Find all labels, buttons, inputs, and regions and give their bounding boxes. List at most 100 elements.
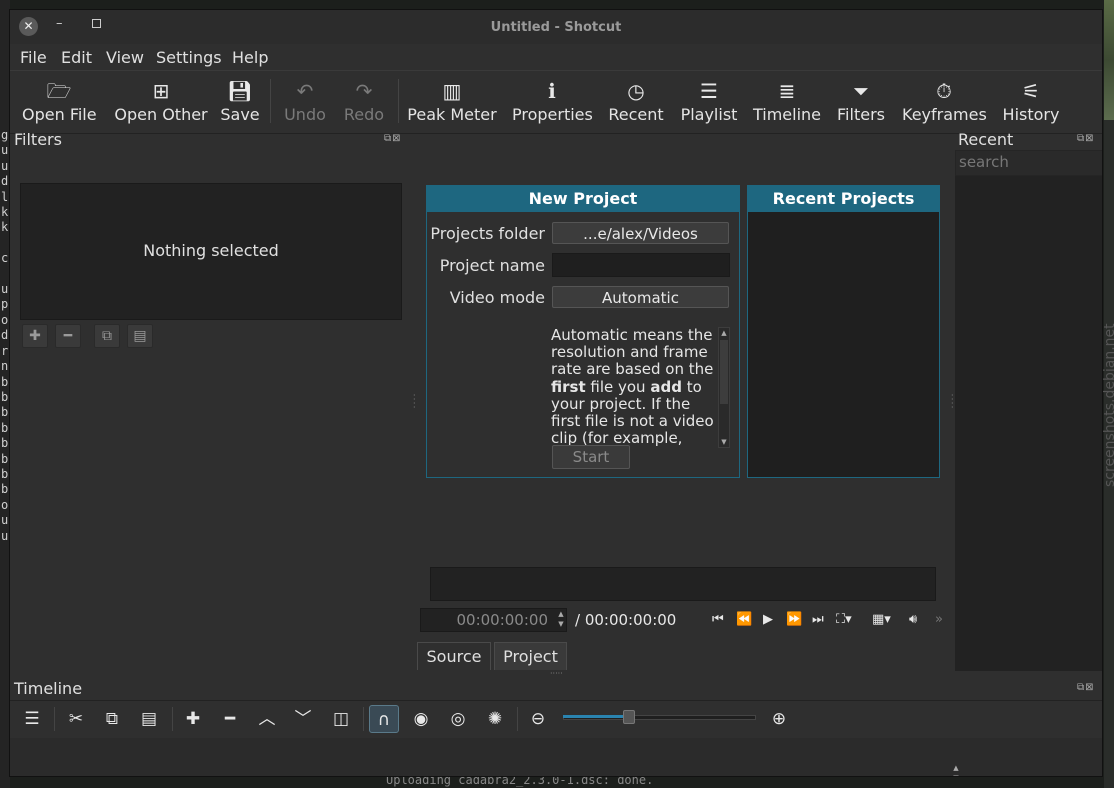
remove-filter-button[interactable]: ━ — [55, 324, 81, 348]
toolbar-separator — [172, 707, 173, 731]
timecode-spinner[interactable]: ▲ ▼ — [556, 609, 566, 631]
timeline-tracks-area[interactable] — [10, 738, 1102, 776]
background-wallpaper — [1104, 0, 1114, 120]
description-bold: add — [650, 377, 682, 396]
new-project-panel: New Project Projects folder ...e/alex/Vi… — [426, 185, 740, 478]
playlist-icon: ☰ — [700, 79, 718, 103]
append-icon[interactable]: ✚ — [178, 705, 208, 733]
video-mode-select[interactable]: Automatic — [552, 286, 729, 308]
redo-button[interactable]: ↷ Redo — [339, 71, 389, 131]
copy-filter-button[interactable]: ⧉ — [94, 324, 120, 348]
filters-button[interactable]: ⏷ Filters — [835, 71, 887, 131]
menu-view[interactable]: View — [106, 48, 144, 67]
timeline-scroll-spinner[interactable]: ▲▼ — [951, 763, 961, 776]
timeline-menu-icon[interactable]: ☰ — [17, 705, 47, 733]
zoom-fit-button[interactable]: ⛶▾ — [836, 612, 852, 627]
open-other-button[interactable]: ⊞ Open Other — [113, 71, 209, 131]
peak-meter-label: Peak Meter — [407, 105, 497, 124]
zoom-out-icon[interactable]: ⊖ — [523, 705, 553, 733]
fast-forward-button[interactable]: ⏩ — [786, 612, 802, 627]
timeline-button[interactable]: ≣ Timeline — [752, 71, 822, 131]
new-project-header: New Project — [427, 186, 739, 212]
zoom-in-icon[interactable]: ⊕ — [764, 705, 794, 733]
scrub-bar[interactable] — [430, 567, 936, 601]
save-button[interactable]: 💾︎ Save — [218, 71, 262, 131]
more-controls-icon[interactable]: » — [935, 612, 943, 627]
paste-filter-button[interactable]: ▤ — [127, 324, 153, 348]
tab-source[interactable]: Source — [417, 642, 491, 670]
rewind-button[interactable]: ⏪ — [736, 612, 752, 627]
zoom-slider-handle[interactable] — [623, 710, 635, 724]
toolbar-separator — [54, 707, 55, 731]
keyframes-button[interactable]: ⏱ Keyframes — [902, 71, 987, 131]
peak-meter-icon: ▥ — [442, 79, 462, 103]
splitter-handle[interactable]: · · · · — [951, 392, 954, 412]
redo-label: Redo — [343, 105, 385, 124]
undo-button[interactable]: ↶ Undo — [280, 71, 330, 131]
projects-folder-label: Projects folder — [430, 224, 545, 243]
recent-dock-buttons[interactable]: ⧉⊠ — [1077, 133, 1095, 144]
properties-button[interactable]: ℹ Properties — [512, 71, 593, 131]
history-button[interactable]: ⚟ History — [998, 71, 1064, 131]
menu-edit[interactable]: Edit — [61, 48, 92, 67]
properties-label: Properties — [512, 105, 593, 124]
add-filter-button[interactable]: ✚ — [22, 324, 48, 348]
splitter-handle[interactable]: ····· — [550, 670, 568, 678]
recent-button[interactable]: ◷ Recent — [608, 71, 664, 131]
peak-meter-button[interactable]: ▥ Peak Meter — [407, 71, 497, 131]
playlist-button[interactable]: ☰ Playlist — [680, 71, 738, 131]
position-timecode[interactable]: 00:00:00:00 — [420, 608, 567, 632]
scroll-down-icon[interactable]: ▼ — [719, 438, 729, 446]
info-icon: ℹ — [548, 79, 556, 103]
history-icon: ⚟ — [1022, 79, 1040, 103]
timeline-dock-buttons[interactable]: ⧉⊠ — [1077, 682, 1095, 693]
copy-icon[interactable]: ⧉ — [97, 705, 127, 733]
save-icon: 💾︎ — [227, 79, 253, 103]
recent-projects-panel: Recent Projects — [747, 185, 940, 478]
clock-icon: ◷ — [627, 79, 645, 103]
paste-icon[interactable]: ▤ — [134, 705, 164, 733]
menu-help[interactable]: Help — [232, 48, 268, 67]
timeline-label: Timeline — [752, 105, 822, 124]
filters-dock-buttons[interactable]: ⧉⊠ — [384, 133, 402, 144]
toolbar-separator — [363, 707, 364, 731]
recent-search-input[interactable]: search — [955, 150, 1102, 176]
volume-button[interactable]: 🔊︎ — [909, 612, 917, 627]
undo-icon: ↶ — [296, 79, 314, 103]
recent-projects-header: Recent Projects — [748, 186, 939, 212]
splitter-handle[interactable]: · · · · — [413, 392, 416, 412]
grid-button[interactable]: ▦▾ — [872, 612, 891, 627]
scrub-eye-icon[interactable]: ◉ — [406, 705, 436, 733]
watermark-text: screenshots.debian.net — [1102, 323, 1114, 487]
video-mode-description: Automatic means the resolution and frame… — [551, 327, 717, 447]
scrollbar-thumb[interactable] — [720, 340, 728, 404]
snap-magnet-icon[interactable]: ∩ — [369, 705, 399, 733]
menu-file[interactable]: File — [20, 48, 47, 67]
filters-dock-title: Filters — [14, 130, 62, 149]
window-title: Untitled - Shotcut — [490, 20, 622, 35]
recent-list[interactable] — [955, 176, 1102, 671]
open-file-button[interactable]: 🗁 Open File — [22, 71, 97, 131]
remove-icon[interactable]: ━ — [215, 705, 245, 733]
split-icon[interactable]: ◫ — [326, 705, 356, 733]
shotcut-window: ✕ – Untitled - Shotcut File Edit View Se… — [9, 9, 1103, 777]
projects-folder-button[interactable]: ...e/alex/Videos — [552, 222, 729, 244]
lift-icon[interactable]: ︿ — [252, 705, 282, 733]
skip-to-start-button[interactable]: ⏮ — [712, 612, 724, 627]
scroll-up-icon[interactable]: ▲ — [719, 329, 729, 337]
cut-icon[interactable]: ✂ — [61, 705, 91, 733]
timeline-icon: ≣ — [778, 79, 796, 103]
ripple-all-icon[interactable]: ✺ — [480, 705, 510, 733]
start-button[interactable]: Start — [552, 445, 630, 469]
menu-settings[interactable]: Settings — [156, 48, 222, 67]
description-scrollbar[interactable]: ▲ ▼ — [718, 327, 730, 448]
redo-icon: ↷ — [355, 79, 373, 103]
ripple-icon[interactable]: ◎ — [443, 705, 473, 733]
overwrite-icon[interactable]: ﹀ — [288, 705, 318, 733]
tab-project[interactable]: Project — [494, 642, 567, 670]
stopwatch-icon: ⏱ — [936, 79, 952, 103]
filters-empty-text: Nothing selected — [143, 241, 279, 260]
skip-to-end-button[interactable]: ⏭ — [812, 612, 824, 627]
project-name-field[interactable] — [552, 253, 730, 277]
play-button[interactable]: ▶ — [763, 612, 773, 627]
